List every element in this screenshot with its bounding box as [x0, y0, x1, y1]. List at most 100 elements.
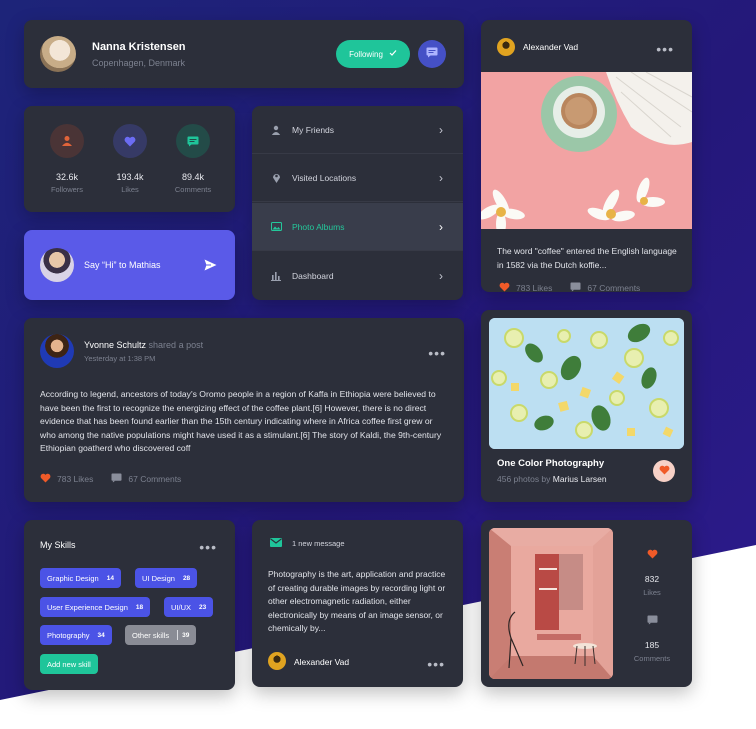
likes-button[interactable]: 783 Likes [499, 282, 552, 292]
skill-chip[interactable]: User Experience Design 18 [40, 597, 151, 617]
heart-icon [659, 462, 670, 480]
skill-chip[interactable]: Graphic Design 14 [40, 568, 121, 588]
heart-icon [499, 282, 510, 292]
avatar[interactable] [497, 38, 515, 56]
stat-likes[interactable]: 193.4k Likes [105, 124, 155, 194]
feed-description: The word "coffee" entered the English la… [497, 246, 677, 270]
comment-icon [570, 282, 581, 292]
image-icon [270, 221, 282, 233]
skill-chip-other[interactable]: Other skills 39 [125, 625, 197, 645]
likes-value: 832 [644, 574, 660, 584]
bar-chart-icon [270, 270, 282, 282]
stat-label: Likes [121, 185, 139, 194]
following-button[interactable]: Following [336, 40, 410, 68]
avatar[interactable] [40, 334, 74, 368]
skill-chip[interactable]: UI/UX 23 [164, 597, 214, 617]
menu-item-label: Dashboard [292, 271, 334, 281]
message-card: 1 new message Photography is the art, ap… [252, 520, 463, 687]
say-hi-text: Say “Hi” to Mathias [84, 260, 161, 270]
menu-item-visited-locations[interactable]: Visited Locations › [252, 154, 463, 202]
more-icon[interactable]: ••• [428, 346, 446, 360]
stats-card: 32.6k Followers 193.4k Likes 89.4k Comme… [24, 106, 235, 212]
avatar[interactable] [268, 652, 286, 670]
skill-label: Photography [47, 630, 90, 640]
menu-item-my-friends[interactable]: My Friends › [252, 106, 463, 154]
chevron-right-icon: › [439, 170, 443, 185]
add-skill-button[interactable]: Add new skill [40, 654, 98, 674]
menu-item-label: Visited Locations [292, 172, 357, 183]
stat-label: Comments [174, 185, 212, 194]
album-title[interactable]: One Color Photography [497, 458, 604, 469]
comment-icon [176, 124, 210, 158]
skill-chip[interactable]: UI Design 28 [135, 568, 198, 588]
album-subtitle: 456 photos by Marius Larsen [497, 474, 607, 484]
message-author[interactable]: Alexander Vad [294, 657, 349, 667]
heart-icon [113, 124, 147, 158]
heart-icon [647, 546, 658, 563]
comments-button[interactable]: 67 Comments [570, 282, 640, 292]
photography-card: One Color Photography 456 photos by Mari… [481, 310, 692, 502]
user-icon [50, 124, 84, 158]
profile-name[interactable]: Nanna Kristensen [92, 41, 186, 53]
likes-button[interactable]: 783 Likes [40, 473, 93, 485]
skills-title: My Skills [40, 540, 76, 550]
menu-item-photo-albums[interactable]: Photo Albums › [252, 203, 463, 251]
chevron-right-icon: › [439, 219, 443, 234]
stat-value: 89.4k [181, 172, 205, 182]
say-hi-card[interactable]: Say “Hi” to Mathias [24, 230, 235, 300]
more-icon[interactable]: ••• [199, 540, 217, 554]
skill-chip[interactable]: Photography 34 [40, 625, 112, 645]
post-author-line: Yvonne Schultz shared a post [84, 340, 203, 350]
feed-card: Alexander Vad ••• The word "coffee" ente… [481, 20, 692, 292]
mail-icon [270, 538, 282, 549]
stat-comments[interactable]: 89.4k Comments [168, 124, 218, 194]
more-icon[interactable]: ••• [427, 657, 445, 671]
skill-count: 39 [182, 631, 190, 639]
album-photo-count: 456 photos by [497, 474, 553, 484]
comments-label: Comments [633, 654, 671, 663]
comments-count: 67 Comments [128, 474, 182, 484]
chat-icon [426, 45, 438, 63]
album-author[interactable]: Marius Larsen [553, 474, 607, 484]
new-message-label: 1 new message [292, 539, 345, 548]
chevron-right-icon: › [439, 122, 443, 137]
message-body: Photography is the art, application and … [268, 569, 446, 634]
post-action: shared a post [146, 340, 204, 350]
add-skill-label: Add new skill [47, 659, 91, 669]
send-icon[interactable] [204, 258, 217, 276]
menu-item-label: Photo Albums [292, 221, 345, 232]
stat-value: 193.4k [116, 172, 144, 182]
room-card: 832 Likes 185 Comments [481, 520, 692, 687]
stat-followers[interactable]: 32.6k Followers [42, 124, 92, 194]
post-stats: 783 Likes 67 Comments [40, 473, 181, 485]
room-likes[interactable]: 832 Likes [627, 546, 677, 597]
avatar [40, 248, 74, 282]
following-label: Following [349, 49, 383, 59]
likes-count: 783 Likes [57, 474, 94, 484]
comment-icon [111, 473, 122, 485]
comments-count: 67 Comments [587, 283, 641, 292]
skill-label: UI Design [142, 573, 175, 583]
likes-count: 783 Likes [516, 283, 553, 292]
chevron-right-icon: › [439, 269, 443, 283]
room-photo[interactable] [489, 528, 613, 679]
post-body: According to legend, ancestors of today'… [40, 389, 442, 454]
lemons-photo[interactable] [489, 318, 684, 449]
stat-value: 32.6k [55, 172, 79, 182]
skill-label: User Experience Design [47, 602, 128, 612]
stat-label: Followers [50, 185, 84, 194]
feed-stats: 783 Likes 67 Comments [499, 282, 640, 292]
coffee-photo[interactable] [481, 72, 692, 229]
post-card: Yvonne Schultz shared a post Yesterday a… [24, 318, 464, 502]
message-button[interactable] [418, 40, 446, 68]
skill-label: Other skills [132, 630, 170, 640]
comments-button[interactable]: 67 Comments [111, 473, 181, 485]
comments-value: 185 [644, 640, 660, 650]
room-comments[interactable]: 185 Comments [627, 612, 677, 663]
menu-item-dashboard[interactable]: Dashboard › [252, 252, 463, 300]
post-author[interactable]: Yvonne Schultz [84, 340, 146, 350]
feed-author[interactable]: Alexander Vad [523, 42, 578, 52]
more-icon[interactable]: ••• [656, 42, 674, 56]
favorite-button[interactable] [653, 460, 675, 482]
avatar[interactable] [40, 36, 76, 72]
